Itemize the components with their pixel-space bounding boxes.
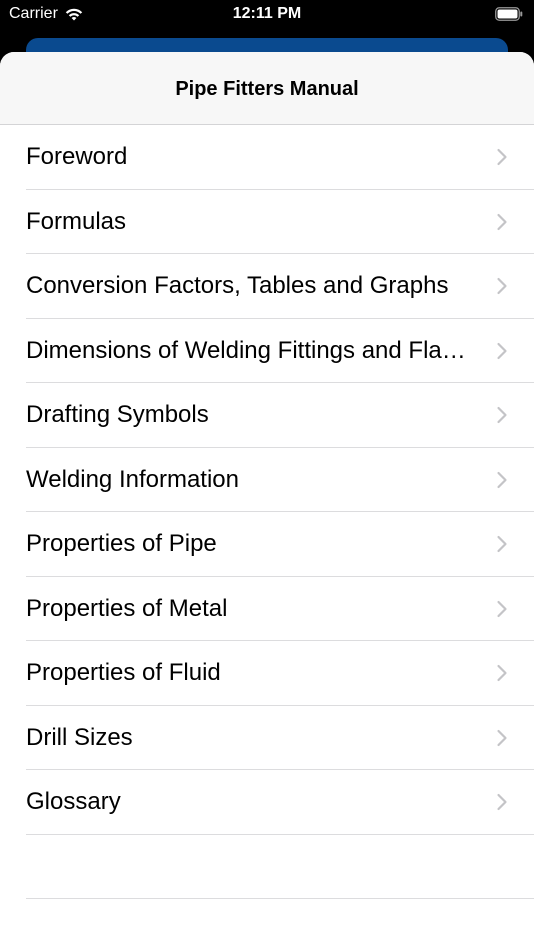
menu-item[interactable]: Drafting Symbols — [0, 383, 534, 448]
chevron-right-icon — [497, 213, 507, 230]
menu-item-label: Properties of Fluid — [26, 659, 221, 687]
menu-item-label: Welding Information — [26, 465, 239, 493]
menu-item[interactable]: Dimensions of Welding Fittings and Fla… — [0, 319, 534, 384]
menu-item[interactable]: Foreword — [0, 125, 534, 190]
menu-item[interactable]: Formulas — [0, 190, 534, 255]
menu-item[interactable]: Properties of Metal — [0, 577, 534, 642]
menu-item-label: Dimensions of Welding Fittings and Fla… — [26, 336, 466, 364]
menu-item-label: Formulas — [26, 207, 127, 235]
status-bar: Carrier 12:11 PM — [0, 0, 534, 30]
menu-item-label: Properties of Pipe — [26, 530, 217, 558]
menu-list: Foreword Formulas Conversion Factors, Tabl… — [0, 125, 534, 835]
menu-item-label: Drafting Symbols — [26, 401, 209, 429]
menu-item[interactable]: Glossary — [0, 770, 534, 835]
chevron-right-icon — [497, 342, 507, 359]
chevron-right-icon — [497, 471, 507, 488]
chevron-right-icon — [497, 665, 507, 682]
menu-item[interactable]: Properties of Pipe — [0, 512, 534, 577]
chevron-right-icon — [497, 794, 507, 811]
chevron-right-icon — [497, 729, 507, 746]
page-title: Pipe Fitters Manual — [175, 77, 359, 100]
battery-icon — [495, 7, 523, 21]
menu-item[interactable]: Conversion Factors, Tables and Graphs — [0, 254, 534, 319]
chevron-right-icon — [497, 407, 507, 424]
menu-item-label: Properties of Metal — [26, 594, 228, 622]
chevron-right-icon — [497, 149, 507, 166]
phone-screen: Carrier 12:11 PM Pipe Fitters Manual For… — [0, 0, 534, 950]
empty-row — [0, 835, 534, 900]
status-time: 12:11 PM — [232, 5, 302, 22]
menu-item[interactable]: Drill Sizes — [0, 706, 534, 771]
menu-item-label: Drill Sizes — [26, 723, 133, 751]
menu-item[interactable]: Welding Information — [0, 448, 534, 513]
chevron-right-icon — [497, 600, 507, 617]
chevron-right-icon — [497, 278, 507, 295]
menu-item-label: Conversion Factors, Tables and Graphs — [26, 272, 449, 300]
menu-item[interactable]: Properties of Fluid — [0, 641, 534, 706]
modal-sheet: Pipe Fitters Manual Foreword Formulas Conv… — [0, 52, 534, 950]
chevron-right-icon — [497, 536, 507, 553]
menu-item-label: Glossary — [26, 788, 121, 816]
menu-item-label: Foreword — [26, 143, 128, 171]
navigation-bar: Pipe Fitters Manual — [0, 52, 534, 125]
